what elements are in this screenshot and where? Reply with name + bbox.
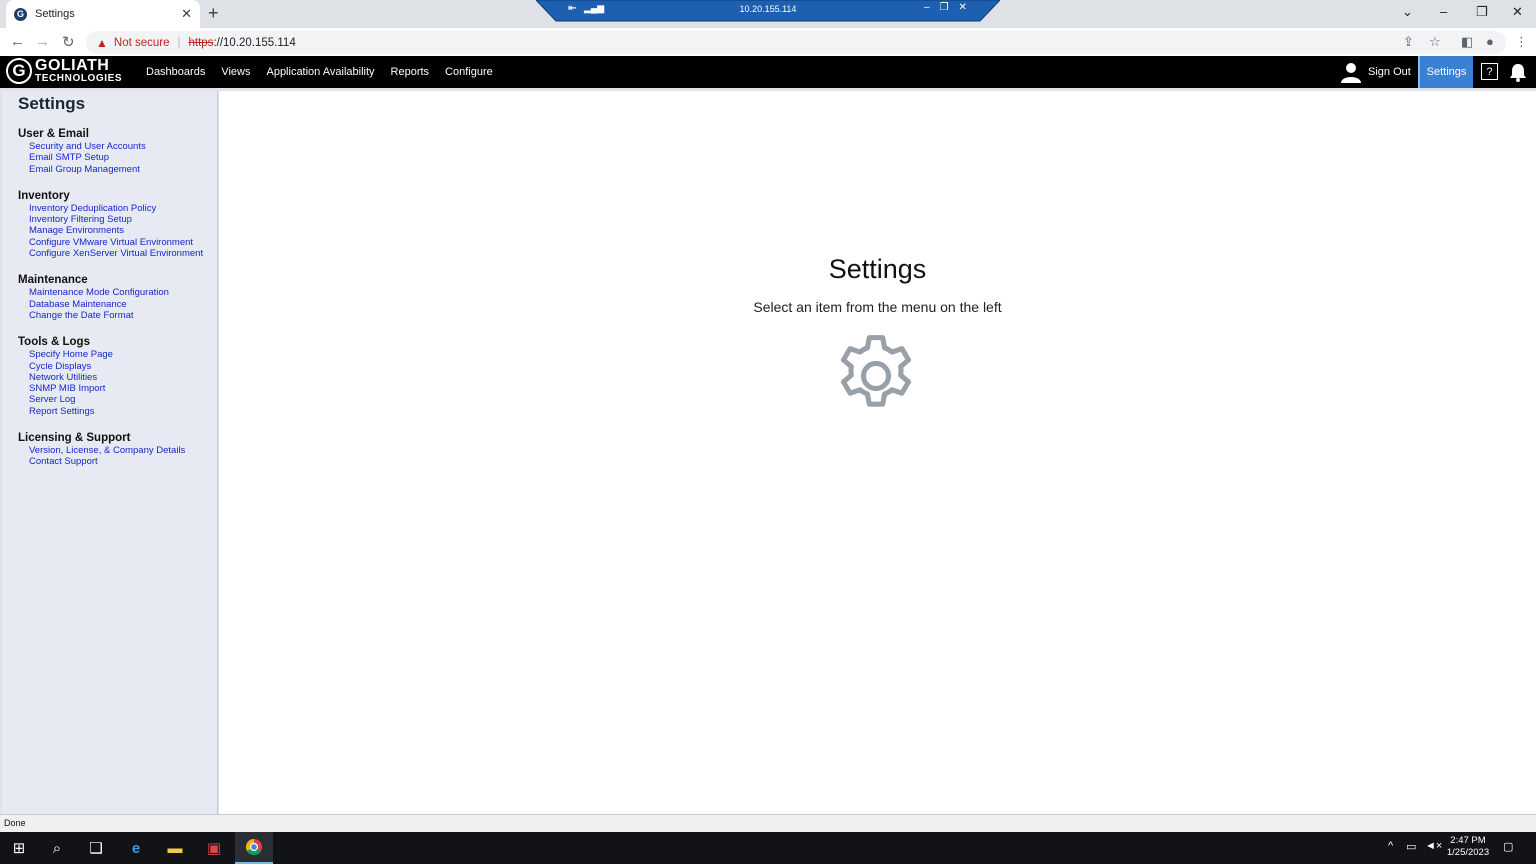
profile-avatar-icon[interactable]: ● — [1486, 34, 1494, 49]
sign-out-button[interactable]: Sign Out — [1340, 56, 1411, 88]
chrome-logo-icon — [245, 838, 262, 856]
browser-tab[interactable]: G Settings ✕ — [6, 0, 200, 28]
forward-arrow-icon[interactable]: → — [35, 33, 50, 50]
status-bar: Done — [0, 814, 1536, 832]
link-inventory-deduplication[interactable]: Inventory Deduplication Policy — [18, 203, 217, 214]
window-close-icon[interactable]: ✕ — [1512, 4, 1523, 20]
rdp-close-icon[interactable]: ✕ — [959, 2, 967, 13]
taskbar-clock[interactable]: 2:47 PM 1/25/2023 — [1440, 835, 1496, 859]
task-view-icon[interactable]: ❏ — [77, 832, 115, 864]
tab-close-icon[interactable]: ✕ — [181, 6, 192, 22]
url-scheme: https — [188, 36, 214, 49]
status-text: Done — [4, 818, 26, 828]
section-user-email: User & Email — [18, 128, 89, 140]
logo-line1: GOLIATH — [35, 57, 110, 74]
window-restore-icon[interactable]: ❐ — [1476, 4, 1488, 20]
menu-dashboards[interactable]: Dashboards — [138, 66, 213, 78]
rdp-connection-bar: ⇤ ▂▄▆ 10.20.155.114 – ❐ ✕ — [536, 0, 1000, 22]
rdp-minimize-icon[interactable]: – — [924, 2, 930, 13]
warning-triangle-icon: ▲ — [96, 35, 108, 50]
browser-tab-bar: G Settings ✕ + ⇤ ▂▄▆ 10.20.155.114 – ❐ ✕ ⌄… — [0, 0, 1536, 28]
window-minimize-icon[interactable]: – — [1440, 4, 1447, 19]
bookmark-star-icon[interactable]: ☆ — [1429, 34, 1441, 50]
clock-date: 1/25/2023 — [1446, 847, 1490, 858]
back-arrow-icon[interactable]: ← — [10, 33, 25, 50]
menu-configure[interactable]: Configure — [437, 66, 501, 78]
sign-out-label: Sign Out — [1368, 66, 1411, 78]
link-specify-home-page[interactable]: Specify Home Page — [18, 349, 217, 360]
internet-explorer-icon[interactable]: e — [117, 832, 155, 864]
url-host: ://10.20.155.114 — [213, 36, 296, 49]
search-icon[interactable]: ⌕ — [38, 832, 76, 864]
menu-reports[interactable]: Reports — [383, 66, 438, 78]
windows-taskbar: ⊞ ⌕ ❏ e ▬ ▣ ^ ▭ ◄× 2:47 PM 1/25/2023 ▢ — [0, 832, 1536, 864]
settings-nav-button[interactable]: Settings — [1418, 56, 1473, 88]
not-secure-label: Not secure — [113, 36, 170, 49]
link-inventory-filtering[interactable]: Inventory Filtering Setup — [18, 214, 217, 225]
link-contact-support[interactable]: Contact Support — [18, 456, 217, 467]
rdp-restore-icon[interactable]: ❐ — [940, 2, 949, 13]
main-menu: Dashboards Views Application Availabilit… — [138, 56, 501, 88]
link-version-license[interactable]: Version, License, & Company Details — [18, 445, 217, 456]
help-icon[interactable]: ? — [1481, 63, 1498, 80]
chrome-icon[interactable] — [235, 832, 273, 864]
link-email-group-management[interactable]: Email Group Management — [18, 164, 217, 175]
goliath-favicon-icon: G — [14, 7, 27, 21]
browser-menu-icon[interactable]: ⋮ — [1515, 34, 1528, 50]
page-title: Settings — [828, 254, 927, 284]
app-nav-bar: G GOLIATH TECHNOLOGIES Dashboards Views … — [0, 56, 1536, 88]
tab-search-chevron-icon[interactable]: ⌄ — [1402, 4, 1413, 20]
link-network-utilities[interactable]: Network Utilities — [18, 372, 217, 383]
tab-title: Settings — [35, 8, 75, 20]
logo-line2: TECHNOLOGIES — [35, 73, 123, 84]
address-bar[interactable]: ▲ Not secure | https ://10.20.155.114 — [86, 31, 1506, 54]
link-security-user-accounts[interactable]: Security and User Accounts — [18, 141, 217, 152]
browser-toolbar: ← → ↻ ▲ Not secure | https ://10.20.155.… — [0, 28, 1536, 56]
action-center-icon[interactable]: ▢ — [1503, 840, 1513, 853]
link-server-log[interactable]: Server Log — [18, 394, 217, 405]
notification-bell-icon[interactable] — [1508, 62, 1528, 82]
share-icon[interactable]: ⇪ — [1403, 34, 1414, 50]
section-maintenance: Maintenance — [18, 274, 88, 287]
new-tab-button[interactable]: + — [208, 3, 219, 24]
network-tray-icon[interactable]: ▭ — [1406, 840, 1416, 853]
goliath-g-icon: G — [6, 58, 32, 84]
file-explorer-icon[interactable]: ▬ — [156, 832, 194, 864]
app-window-icon[interactable]: ▣ — [195, 832, 233, 864]
section-tools-logs: Tools & Logs — [18, 336, 90, 349]
link-maintenance-mode[interactable]: Maintenance Mode Configuration — [18, 287, 217, 298]
link-configure-vmware[interactable]: Configure VMware Virtual Environment — [18, 237, 217, 248]
link-snmp-mib-import[interactable]: SNMP MIB Import — [18, 383, 217, 394]
settings-sidebar: Settings User & Email Security and User … — [2, 91, 218, 814]
link-email-smtp-setup[interactable]: Email SMTP Setup — [18, 152, 217, 163]
page-subtitle: Select an item from the menu on the left — [753, 299, 1002, 315]
link-change-date-format[interactable]: Change the Date Format — [18, 310, 217, 321]
user-icon — [1341, 63, 1361, 83]
url-separator: | — [177, 36, 181, 49]
link-configure-xenserver[interactable]: Configure XenServer Virtual Environment — [18, 248, 217, 259]
windows-start-icon[interactable]: ⊞ — [0, 832, 38, 864]
sidebar-title: Settings — [18, 94, 86, 113]
menu-application-availability[interactable]: Application Availability — [258, 66, 382, 78]
link-report-settings[interactable]: Report Settings — [18, 406, 217, 417]
reload-icon[interactable]: ↻ — [62, 33, 75, 51]
section-inventory: Inventory — [18, 189, 70, 202]
link-database-maintenance[interactable]: Database Maintenance — [18, 299, 217, 310]
main-content: Settings Select an item from the menu on… — [219, 91, 1536, 814]
gear-icon — [840, 335, 912, 407]
goliath-logo[interactable]: G GOLIATH TECHNOLOGIES — [6, 58, 122, 84]
side-panel-icon[interactable]: ◧ — [1461, 34, 1473, 50]
link-manage-environments[interactable]: Manage Environments — [18, 225, 217, 236]
link-cycle-displays[interactable]: Cycle Displays — [18, 361, 217, 372]
section-licensing-support: Licensing & Support — [18, 432, 131, 445]
clock-time: 2:47 PM — [1450, 835, 1486, 846]
tray-chevron-icon[interactable]: ^ — [1388, 840, 1393, 852]
menu-views[interactable]: Views — [213, 66, 258, 78]
